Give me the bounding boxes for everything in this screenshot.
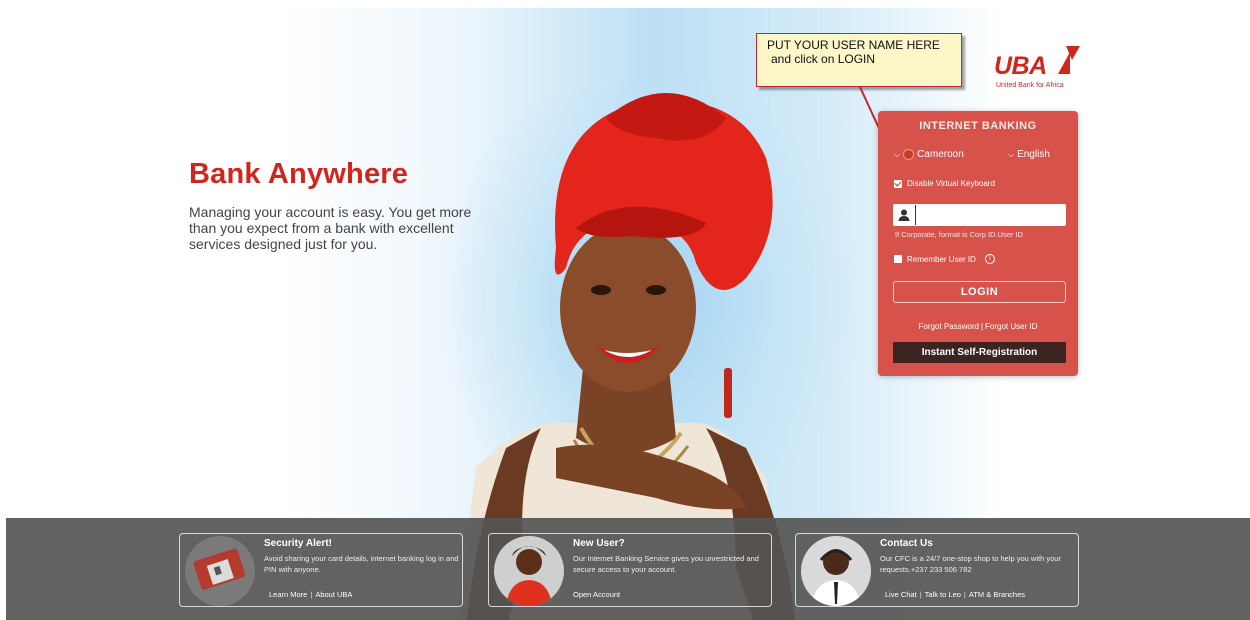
link-separator: |	[980, 322, 984, 331]
login-button[interactable]: LOGIN	[893, 281, 1066, 303]
logo-mark-icon	[1058, 46, 1080, 74]
uba-logo: UBA United Bank for Africa	[994, 46, 1084, 94]
hero-description: Managing your account is easy. You get m…	[189, 204, 472, 252]
language-select-value: English	[1017, 149, 1050, 160]
remember-user-id-label: Remember User ID	[907, 254, 976, 264]
disable-virtual-keyboard-toggle[interactable]: Disable Virtual Keyboard	[894, 179, 995, 188]
user-id-hint: If Corporate, format is Corp ID.User ID	[895, 230, 1023, 239]
contact-us-text: Our CFC is a 24/7 one-stop shop to help …	[880, 554, 1061, 574]
contact-us-links: Live Chat | Talk to Leo | ATM & Branches	[885, 590, 1025, 599]
security-alert-card: Security Alert! Avoid sharing your card …	[179, 533, 463, 607]
user-id-input[interactable]	[915, 205, 1061, 225]
new-user-card: New User? Our Internet Banking Service g…	[488, 533, 772, 607]
new-user-card-image	[494, 536, 564, 606]
language-select[interactable]: ⌵ English	[1008, 149, 1050, 160]
disable-keyboard-checkbox[interactable]	[894, 179, 902, 188]
security-card-image	[185, 536, 255, 606]
link-separator: |	[310, 590, 313, 599]
security-alert-title: Security Alert!	[264, 538, 332, 549]
link-separator: |	[963, 590, 966, 599]
forgot-password-link[interactable]: Forgot Password	[918, 322, 978, 331]
contact-us-card: Contact Us Our CFC is a 24/7 one-stop sh…	[795, 533, 1079, 607]
security-alert-text: Avoid sharing your card details, interne…	[264, 554, 459, 574]
callout-line-1: PUT YOUR USER NAME HERE	[767, 38, 940, 52]
country-select[interactable]: ⌵ Cameroon	[894, 149, 964, 160]
open-account-link[interactable]: Open Account	[573, 590, 620, 599]
new-user-title: New User?	[573, 538, 625, 549]
logo-tagline: United Bank for Africa	[996, 82, 1064, 89]
live-chat-link[interactable]: Live Chat	[885, 590, 917, 599]
new-user-text: Our Internet Banking Service gives you u…	[573, 554, 759, 574]
talk-to-leo-link[interactable]: Talk to Leo	[925, 590, 961, 599]
new-user-links: Open Account	[573, 590, 620, 599]
instruction-callout: PUT YOUR USER NAME HERE and click on LOG…	[756, 33, 962, 87]
disable-keyboard-label: Disable Virtual Keyboard	[907, 179, 995, 188]
country-select-value: Cameroon	[917, 149, 964, 160]
forgot-links: Forgot Password | Forgot User ID	[878, 322, 1078, 331]
panel-title: INTERNET BANKING	[919, 120, 1037, 132]
info-icon[interactable]: i	[984, 254, 995, 264]
remember-user-id-checkbox[interactable]	[894, 255, 902, 263]
chevron-down-icon: ⌵	[894, 149, 901, 159]
hero-title: Bank Anywhere	[189, 158, 409, 190]
security-alert-links: Learn More | About UBA	[269, 590, 352, 599]
logo-wordmark: UBA	[994, 52, 1047, 80]
contact-us-title: Contact Us	[880, 538, 933, 549]
callout-line-2: and click on LOGIN	[771, 52, 876, 66]
learn-more-link[interactable]: Learn More	[269, 590, 307, 599]
chevron-down-icon: ⌵	[1008, 149, 1015, 159]
footer-band: Security Alert! Avoid sharing your card …	[6, 518, 1250, 620]
link-separator: |	[919, 590, 922, 599]
user-id-field[interactable]	[893, 204, 1066, 226]
forgot-user-id-link[interactable]: Forgot User ID	[985, 322, 1037, 331]
atm-branches-link[interactable]: ATM & Branches	[969, 590, 1025, 599]
contact-us-card-image	[801, 536, 871, 606]
instant-self-registration-button[interactable]: Instant Self-Registration	[893, 342, 1066, 363]
cameroon-flag-icon	[903, 149, 915, 160]
about-uba-link[interactable]: About UBA	[315, 590, 352, 599]
user-icon	[898, 209, 910, 221]
remember-user-id-toggle[interactable]: Remember User ID i	[894, 254, 995, 264]
internet-banking-login-panel: INTERNET BANKING ⌵ Cameroon ⌵ English Di…	[878, 111, 1078, 376]
